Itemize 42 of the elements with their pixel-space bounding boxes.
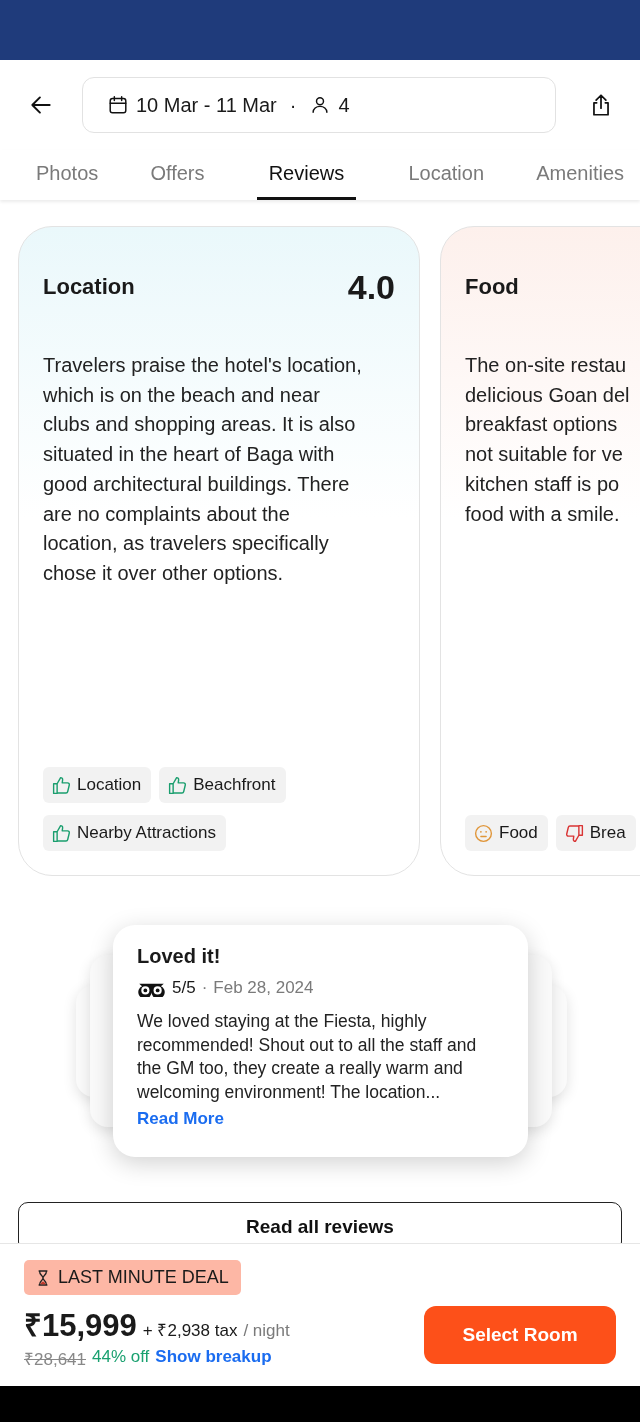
category-score: 4.0	[347, 267, 395, 307]
tax-amount: + ₹2,938 tax	[142, 1320, 238, 1341]
separator-dot: ·	[201, 978, 208, 998]
tag-label: Beachfront	[193, 775, 276, 795]
review-rating: 5/5	[172, 978, 196, 998]
category-title: Location	[43, 274, 135, 300]
tab[interactable]: Reviews	[256, 150, 357, 200]
tag-label: Brea	[589, 823, 626, 843]
badge-label: LAST MINUTE DEAL	[58, 1267, 229, 1288]
review-text: We loved staying at the Fiesta, highly recommended! Shout out to all the staff and the GM too, they create a really warm and welcoming environment! The location...	[137, 1010, 478, 1105]
original-price: ₹28,641	[24, 1349, 86, 1370]
select-room-button[interactable]: Select Room	[424, 1306, 616, 1364]
per-night-label: / night	[243, 1321, 290, 1341]
review-title: Loved it!	[137, 945, 222, 968]
read-more-link[interactable]: Read More	[137, 1108, 224, 1128]
hourglass-icon	[36, 1268, 50, 1287]
date-range: 10 Mar - 11 Mar	[136, 93, 277, 117]
summary-text: Travelers praise the hotel's location, which is on the beach and near clubs and shopping areas. It is also situated in the heart of Baga with good architectural buildings. There are no complaints about the location, as travelers specifically chose it over other options.	[43, 353, 363, 586]
tag-label: Location	[77, 775, 142, 795]
tab[interactable]: Amenities	[536, 150, 624, 200]
thumbs-up-icon	[51, 774, 72, 796]
tab[interactable]: Photos	[36, 150, 99, 200]
tab[interactable]: Offers	[150, 150, 205, 200]
review-card[interactable]	[113, 925, 528, 1157]
category-title: Food	[465, 274, 519, 300]
tag-label: Nearby Attractions	[77, 823, 216, 843]
neutral-face-icon	[473, 822, 494, 844]
summary-text: The on-site restau delicious Goan del breakfast options not suitable for ve kitchen staff is po food with a smile.	[465, 353, 631, 527]
date-guests-field[interactable]: 10 Mar - 11 Mar · 4	[82, 77, 556, 133]
calendar-icon	[107, 94, 129, 116]
tag-label: Food	[499, 823, 538, 843]
guest-count: 4	[338, 93, 350, 117]
tab[interactable]: Location	[408, 150, 485, 200]
thumbs-down-icon	[563, 822, 585, 844]
price: ₹15,999	[24, 1307, 137, 1345]
thumbs-up-icon	[51, 822, 72, 844]
review-date: Feb 28, 2024	[213, 978, 314, 998]
discount-label: 44% off	[92, 1347, 150, 1368]
separator-dot: ·	[289, 93, 297, 117]
show-breakup-link[interactable]: Show breakup	[155, 1347, 272, 1370]
read-all-reviews-button[interactable]: Read all reviews	[18, 1202, 622, 1243]
thumbs-up-icon	[167, 774, 189, 796]
